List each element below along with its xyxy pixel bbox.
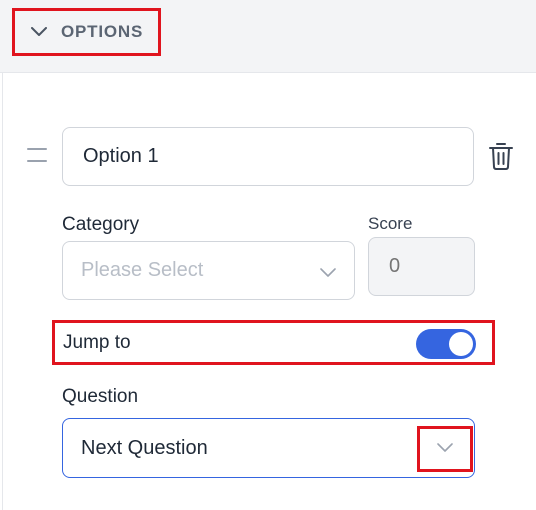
score-label: Score xyxy=(368,214,413,233)
options-collapse-toggle[interactable]: OPTIONS xyxy=(12,8,161,56)
trash-icon[interactable] xyxy=(488,141,514,171)
chevron-down-icon xyxy=(320,265,336,283)
chevron-down-icon xyxy=(31,24,47,40)
drag-handle-icon[interactable] xyxy=(27,148,47,162)
question-selected-value: Next Question xyxy=(81,436,208,459)
category-label: Category xyxy=(62,214,140,235)
question-select[interactable]: Next Question xyxy=(62,418,475,478)
chevron-down-icon xyxy=(437,440,453,458)
options-panel: OPTIONS Category Score Please Select Jum… xyxy=(0,0,536,510)
toggle-knob xyxy=(449,332,473,356)
category-select[interactable]: Please Select xyxy=(62,241,355,300)
question-dropdown-button[interactable] xyxy=(417,426,473,472)
score-input[interactable] xyxy=(368,237,475,296)
options-label: OPTIONS xyxy=(61,22,144,41)
panel-left-border xyxy=(2,72,3,510)
category-placeholder: Please Select xyxy=(81,259,204,281)
option-text-input[interactable] xyxy=(62,127,474,186)
question-label: Question xyxy=(62,386,139,407)
jump-to-label: Jump to xyxy=(63,332,131,353)
jump-to-row: Jump to xyxy=(52,320,495,365)
jump-to-toggle[interactable] xyxy=(416,329,476,359)
